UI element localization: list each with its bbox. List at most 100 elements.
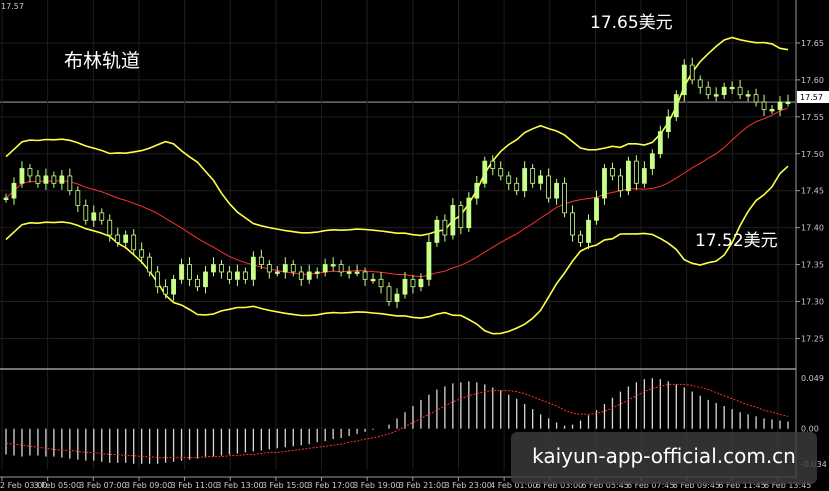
candle-body (123, 234, 129, 243)
y-tick-label: 17.50 (801, 150, 824, 159)
candle-body (27, 168, 33, 177)
candle-body (370, 278, 376, 282)
x-tick-label: 3 Feb 17:00 (308, 481, 355, 490)
candle-body (729, 86, 735, 90)
candle-body (785, 101, 791, 104)
price-candles (3, 57, 791, 309)
candle-body (67, 175, 73, 192)
candle-body (219, 264, 224, 273)
candle-body (394, 293, 400, 302)
candle-body (242, 271, 248, 280)
candle-body (139, 249, 145, 258)
candle-body (338, 264, 344, 273)
candle-body (290, 264, 296, 273)
candle-body (410, 278, 416, 288)
candle-body (490, 160, 496, 169)
candle-body (753, 94, 759, 103)
lower-band-annotation: 17.52美元 (695, 231, 778, 251)
candle-body (713, 94, 719, 97)
candle-body (641, 168, 647, 184)
candle-body (378, 278, 384, 288)
candle-body (306, 271, 312, 280)
candle-body (570, 212, 575, 236)
watermark-text: kaiyun-app-official.com.cn (532, 444, 796, 468)
candle-body (474, 182, 480, 199)
candle-body (298, 271, 304, 280)
candle-body (737, 86, 743, 96)
candle-body (626, 160, 631, 192)
x-tick-label: 3 Feb 23:00 (444, 481, 491, 490)
candle-body (187, 264, 192, 280)
current-price-label: 17.57 (800, 93, 823, 102)
candle-body (155, 271, 161, 288)
candle-body (235, 271, 240, 280)
candle-body (75, 190, 81, 206)
candle-body (450, 205, 456, 236)
candle-body (314, 271, 320, 274)
candle-body (211, 264, 216, 273)
candle-body (530, 168, 536, 184)
candle-body (354, 271, 360, 274)
candle-body (697, 79, 703, 88)
candle-body (602, 168, 607, 199)
corner-price-label: 17.57 (1, 2, 24, 11)
candle-body (442, 219, 448, 236)
y-tick-label: 17.45 (801, 187, 824, 196)
candle-body (506, 175, 512, 184)
candle-body (458, 205, 464, 229)
candle-body (665, 116, 671, 132)
candle-body (51, 175, 57, 184)
y-tick-label: 17.65 (801, 39, 824, 48)
candle-body (466, 197, 472, 229)
candle-body (11, 182, 17, 199)
candle-body (19, 168, 25, 184)
candle-body (330, 264, 336, 267)
candle-body (546, 175, 552, 199)
upper-band-annotation: 17.65美元 (590, 13, 673, 33)
candle-body (258, 256, 264, 265)
candle-body (266, 264, 272, 273)
candle-body (522, 168, 528, 192)
y-tick-label: 17.30 (801, 298, 824, 307)
candle-body (227, 271, 232, 280)
macd-y-tick-label: 0.049 (801, 374, 824, 383)
x-tick-label: 3 Feb 13:00 (216, 481, 263, 490)
x-tick-label: 3 Feb 19:00 (353, 481, 400, 490)
candle-body (681, 64, 687, 96)
candle-body (705, 86, 711, 96)
watermark: kaiyun-app-official.com.cn (511, 432, 817, 484)
candle-body (721, 86, 727, 96)
candle-body (586, 219, 591, 243)
candle-body (761, 101, 767, 110)
candle-body (673, 94, 679, 118)
candle-body (578, 234, 583, 243)
candle-body (282, 264, 288, 273)
candle-body (514, 182, 520, 192)
candle-body (115, 234, 121, 243)
price-axis-ticks: 17.65 17.60 17.55 17.50 17.45 17.40 17.35 17.30… (796, 39, 827, 469)
candle-body (649, 153, 655, 169)
candle-body (562, 182, 567, 214)
x-tick-label: 3 Feb 11:00 (171, 481, 218, 490)
candle-body (171, 278, 176, 295)
candle-body (777, 101, 783, 110)
candle-body (426, 242, 432, 280)
candle-body (203, 271, 208, 288)
y-tick-label: 17.40 (801, 224, 824, 233)
candle-body (3, 197, 9, 200)
candle-body (434, 219, 440, 243)
candle-body (538, 175, 544, 184)
candle-body (147, 256, 153, 273)
candle-body (610, 168, 615, 177)
candle-body (99, 212, 105, 221)
candle-body (745, 94, 751, 97)
candle-body (91, 212, 97, 221)
x-tick-label: 3 Feb 05:00 (34, 481, 81, 490)
candle-body (594, 197, 599, 221)
y-tick-label: 17.35 (801, 261, 824, 270)
candle-body (554, 182, 559, 199)
candle-body (195, 278, 200, 288)
candle-body (618, 175, 623, 192)
candle-body (179, 264, 184, 280)
candle-body (163, 286, 168, 295)
